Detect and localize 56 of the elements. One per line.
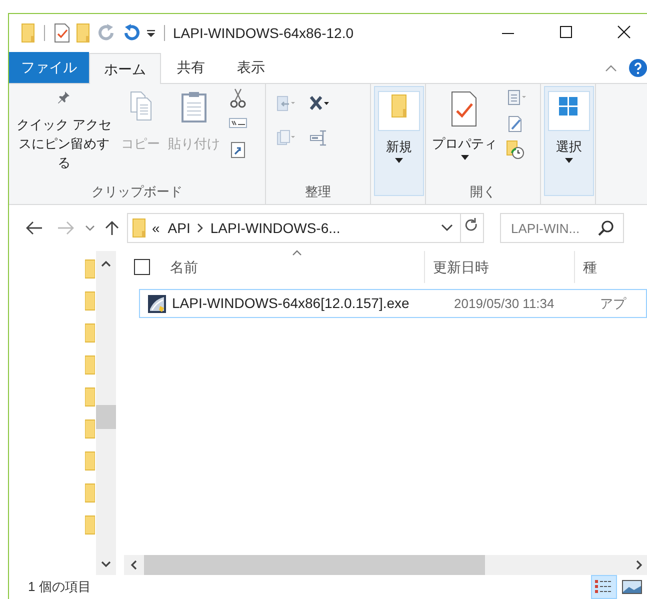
installer-icon [148,294,166,312]
breadcrumb[interactable]: « [152,218,160,238]
dropdown-arrow-icon[interactable] [565,158,573,163]
search-icon[interactable] [598,220,614,236]
recent-dropdown-icon[interactable] [85,224,95,232]
dropdown-arrow-icon[interactable] [395,158,403,163]
dropdown-icon[interactable] [440,223,454,233]
scrollbar[interactable] [96,251,116,575]
scrollbar-thumb[interactable] [96,405,116,429]
open-icon[interactable] [506,88,528,108]
modified-date: 2019/05/30 11:34 [454,294,556,313]
folder-icon [132,218,146,238]
chevron-icon [196,223,204,233]
up-arrow-icon[interactable] [105,220,119,236]
move-to-icon[interactable] [275,94,297,114]
ribbon-button[interactable]: クイック アクセスにピン留めする [12,86,116,172]
scroll-left-icon[interactable] [130,560,138,570]
checkbox[interactable] [134,259,150,275]
group-label: 整理 [305,182,331,200]
folder-icon [378,91,420,131]
collapse-ribbon-icon[interactable] [605,64,617,72]
ribbon-tab[interactable]: 共有 [161,52,221,83]
back-arrow-icon[interactable] [25,221,43,235]
file-row[interactable]: LAPI-WINDOWS-64x86[12.0.157].exe 2019/05/30 11:34 アプ [139,289,647,318]
scroll-down-icon[interactable] [101,561,111,569]
scrollbar[interactable] [124,555,647,575]
scroll-right-icon[interactable] [635,560,643,570]
ribbon-button[interactable]: プロパティ [429,86,500,172]
file-type: アプ [600,294,626,313]
window-title: LAPI-WINDOWS-64x86-12.0 [173,24,354,42]
file-name: LAPI-WINDOWS-64x86[12.0.157].exe [172,294,410,313]
ribbon-tab[interactable]: ホーム [89,53,161,84]
column-header[interactable]: 名前 [162,251,424,283]
details-view-button[interactable] [591,575,617,599]
scroll-up-icon[interactable] [101,259,111,267]
help-icon[interactable] [629,58,647,76]
refresh-button[interactable] [460,213,484,243]
properties-icon[interactable] [54,23,70,43]
scrollbar-thumb[interactable] [144,555,485,575]
search-field[interactable]: LAPI-WIN... [500,213,624,243]
ribbon-button[interactable]: 選択 [544,86,594,196]
dropdown-arrow-icon[interactable] [460,155,468,160]
ribbon-tab[interactable]: ファイル [9,52,89,83]
address-bar[interactable]: « API LAPI-WINDOWS-6... [127,213,461,243]
grid-icon [548,91,590,131]
breadcrumb[interactable]: API [168,218,190,238]
column-header[interactable]: 更新日時 [424,251,574,283]
column-header[interactable]: 種 [574,251,634,283]
dropdown-icon[interactable] [146,28,156,38]
group-label: クリップボード [92,182,182,200]
group-label: 開く [470,182,496,200]
undo-icon[interactable] [122,24,140,42]
ribbon-tab[interactable]: 表示 [221,52,281,83]
breadcrumb[interactable]: LAPI-WINDOWS-6... [210,218,340,238]
ribbon-button[interactable]: 新規 [374,86,424,196]
item-count: 1 個の項目 [28,578,91,596]
